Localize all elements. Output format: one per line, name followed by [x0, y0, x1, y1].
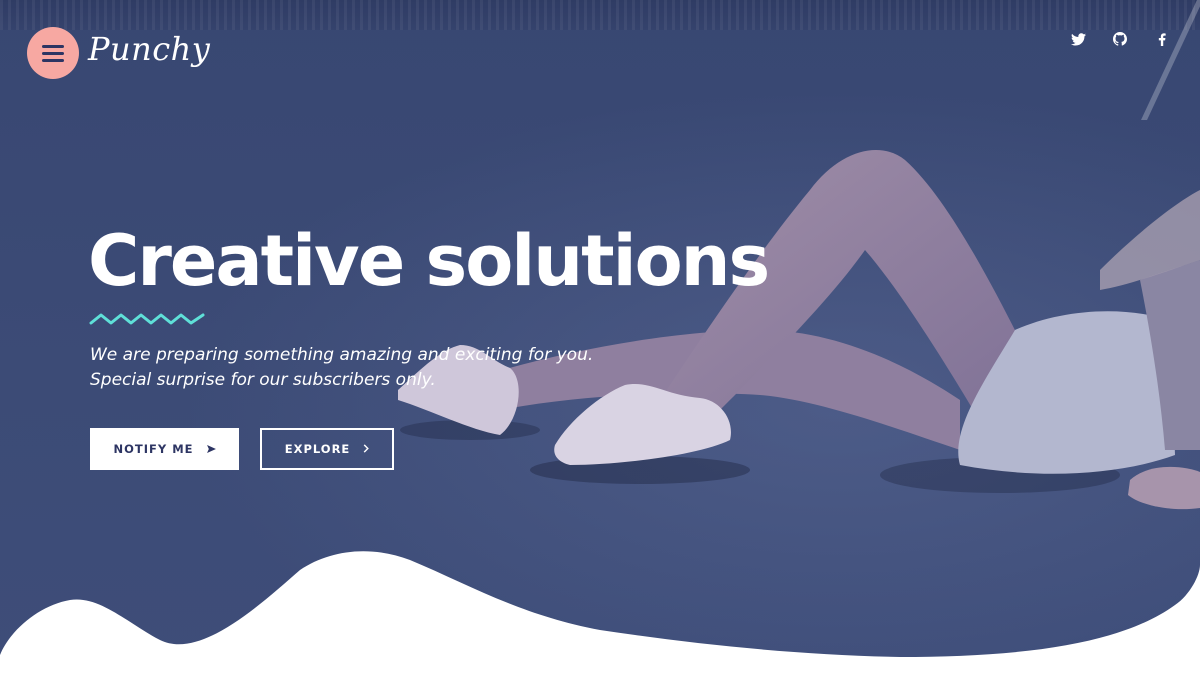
facebook-icon[interactable] [1154, 31, 1170, 47]
send-arrow-icon [206, 442, 216, 456]
explore-label: EXPLORE [284, 442, 351, 456]
brand-logo[interactable]: Punchy [88, 30, 210, 68]
hero-subtitle: We are preparing something amazing and e… [90, 343, 593, 393]
menu-button[interactable] [27, 27, 79, 79]
hero-background [0, 0, 1200, 675]
hero-subtitle-line-1: We are preparing something amazing and e… [90, 345, 594, 365]
notify-me-button[interactable]: NOTIFY ME [90, 428, 239, 470]
hero-title: Creative solutions [88, 220, 770, 302]
wave-divider [0, 551, 1200, 675]
explore-button[interactable]: EXPLORE [260, 428, 394, 470]
hamburger-menu-icon [42, 45, 64, 62]
zigzag-divider [89, 313, 205, 325]
social-links [1070, 31, 1170, 47]
chevron-right-icon [363, 442, 370, 456]
hero-subtitle-line-2: Special surprise for our subscribers onl… [90, 370, 436, 390]
twitter-icon[interactable] [1070, 31, 1086, 47]
notify-me-label: NOTIFY ME [113, 442, 194, 456]
github-icon[interactable] [1112, 31, 1128, 47]
